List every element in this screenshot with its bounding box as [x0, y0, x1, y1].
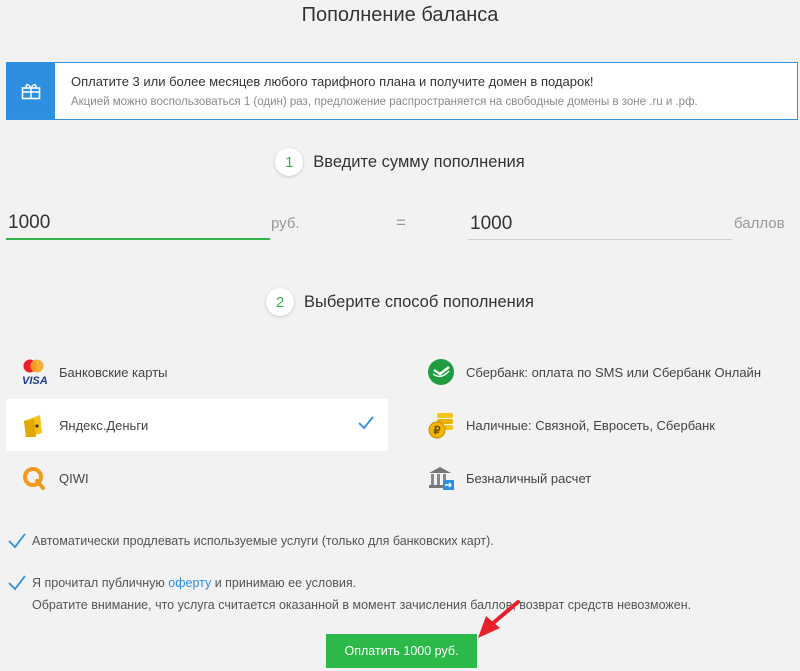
page-title: Пополнение баланса [301, 4, 499, 26]
step-2-heading: 2 Выберите способ пополнения [0, 288, 800, 316]
svg-text:VISA: VISA [22, 375, 48, 386]
qiwi-icon [20, 464, 48, 492]
red-arrow-annotation [478, 600, 520, 638]
cash-coins-icon: ₽ [427, 411, 455, 439]
agree-label: Я прочитал публичную оферту и принимаю е… [32, 574, 356, 592]
method-cash[interactable]: ₽ Наличные: Связной, Евросеть, Сбербанк [413, 399, 795, 451]
pay-button[interactable]: Оплатить 1000 руб. [326, 634, 477, 668]
method-label: Яндекс.Деньги [59, 417, 149, 433]
mastercard-visa-icon: VISA [20, 358, 48, 386]
agree-suffix: и принимаю ее условия. [211, 576, 357, 590]
amount-input[interactable] [6, 208, 270, 240]
method-bank-cards[interactable]: VISA Банковские карты [6, 346, 388, 398]
points-unit: баллов [734, 215, 785, 232]
method-label: Сбербанк: оплата по SMS или Сбербанк Онл… [466, 364, 762, 380]
method-yandex-money[interactable]: Яндекс.Деньги [6, 399, 388, 451]
yandex-money-icon [20, 411, 48, 439]
auto-renew-label: Автоматически продлевать используемые ус… [32, 534, 494, 548]
agree-offer-option[interactable]: Я прочитал публичную оферту и принимаю е… [8, 574, 356, 592]
method-qiwi[interactable]: QIWI [6, 452, 388, 504]
method-sberbank[interactable]: Сбербанк: оплата по SMS или Сбербанк Онл… [413, 346, 795, 398]
auto-renew-checkbox[interactable] [8, 532, 26, 550]
method-label: Наличные: Связной, Евросеть, Сбербанк [466, 417, 715, 433]
method-label: Банковские карты [59, 364, 168, 380]
check-icon [358, 416, 374, 430]
promo-banner: Оплатите 3 или более месяцев любого тари… [6, 62, 798, 120]
sberbank-icon [427, 358, 455, 386]
gift-icon [7, 63, 55, 119]
method-bank-transfer[interactable]: Безналичный расчет [413, 452, 795, 504]
method-label: Безналичный расчет [466, 470, 592, 486]
agree-prefix: Я прочитал публичную [32, 576, 169, 590]
step-2-label: Выберите способ пополнения [304, 292, 534, 311]
step-number-badge: 1 [275, 148, 304, 176]
promo-main-text: Оплатите 3 или более месяцев любого тари… [71, 74, 594, 89]
points-input[interactable] [468, 208, 732, 240]
equals-sign: = [396, 213, 406, 232]
refund-notice: Обратите внимание, что услуга считается … [32, 598, 692, 612]
svg-text:₽: ₽ [434, 425, 441, 437]
step-number-badge: 2 [266, 288, 295, 316]
agree-checkbox[interactable] [8, 574, 26, 592]
promo-sub-text: Акцией можно воспользоваться 1 (один) ра… [71, 96, 698, 108]
step-1-label: Введите сумму пополнения [313, 152, 525, 171]
amount-unit: руб. [271, 215, 300, 232]
auto-renew-option[interactable]: Автоматически продлевать используемые ус… [8, 532, 494, 550]
method-label: QIWI [59, 470, 89, 486]
step-1-heading: 1 Введите сумму пополнения [0, 148, 800, 176]
offer-link[interactable]: оферту [168, 576, 211, 590]
bank-transfer-icon [427, 464, 455, 492]
